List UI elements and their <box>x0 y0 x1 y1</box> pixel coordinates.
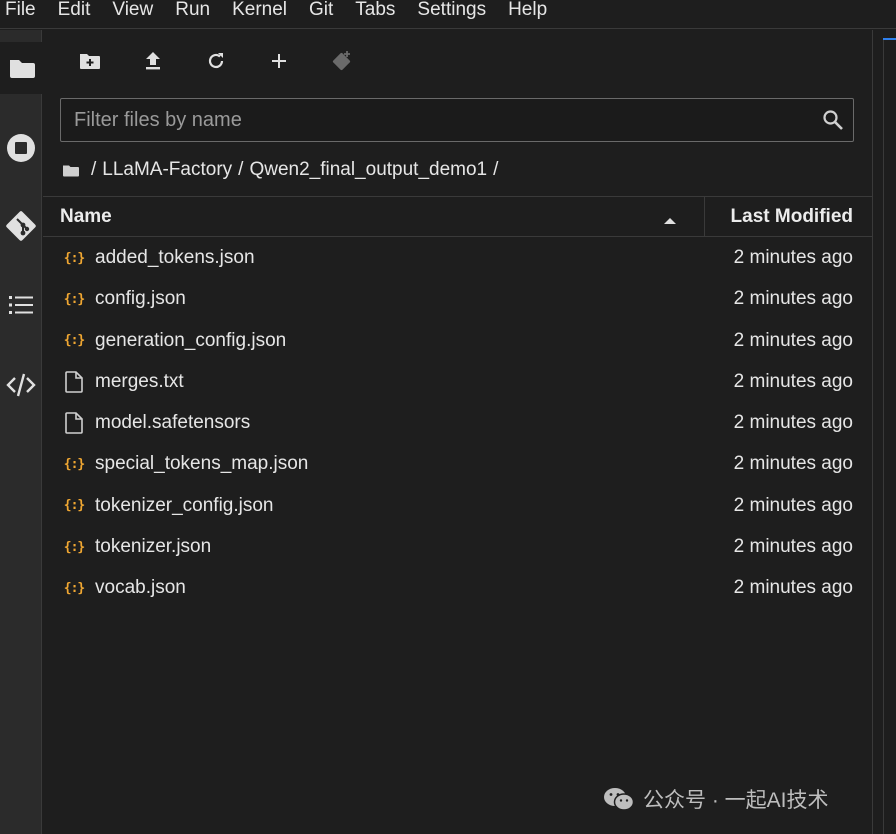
menu-kernel[interactable]: Kernel <box>221 0 298 24</box>
list-icon <box>8 294 34 316</box>
file-list: {:} added_tokens.json 2 minutes ago {:} conf… <box>43 237 872 609</box>
file-icon <box>63 371 85 393</box>
json-file-icon: {:} <box>63 250 86 266</box>
json-file-icon: {:} <box>63 498 86 514</box>
file-row[interactable]: {:} added_tokens.json 2 minutes ago <box>43 237 872 278</box>
file-row[interactable]: {:} tokenizer.json 2 minutes ago <box>43 526 872 567</box>
watermark: 公众号 · 一起AI技术 <box>603 782 829 816</box>
file-last-modified: 2 minutes ago <box>733 536 853 558</box>
file-last-modified: 2 minutes ago <box>733 288 853 310</box>
add-icon <box>270 52 288 75</box>
sort-ascending-icon <box>663 212 677 230</box>
file-row[interactable]: {:} vocab.json 2 minutes ago <box>43 567 872 608</box>
menu-git[interactable]: Git <box>298 0 344 24</box>
menu-bar: File Edit View Run Kernel Git Tabs Setti… <box>0 0 896 29</box>
stop-circle-icon <box>6 133 36 163</box>
file-browser-panel: / LLaMA-Factory / Qwen2_final_output_dem… <box>43 30 872 834</box>
running-kernels-tab[interactable] <box>0 122 42 174</box>
menu-file[interactable]: File <box>0 0 47 24</box>
json-file-icon: {:} <box>63 456 86 472</box>
file-list-header: Name Last Modified <box>43 196 872 237</box>
git-icon <box>5 210 37 242</box>
file-name: tokenizer_config.json <box>95 494 274 516</box>
file-name: generation_config.json <box>95 329 287 351</box>
json-file-icon: {:} <box>63 580 86 596</box>
refresh-icon <box>206 51 226 76</box>
json-file-icon: {:} <box>63 333 86 349</box>
file-last-modified: 2 minutes ago <box>733 453 853 475</box>
file-browser-toolbar <box>43 30 872 94</box>
menu-edit[interactable]: Edit <box>47 0 102 24</box>
menu-tabs[interactable]: Tabs <box>344 0 406 24</box>
extensions-tab[interactable] <box>0 359 42 411</box>
new-folder-button[interactable] <box>75 48 105 78</box>
breadcrumb-item-llama-factory[interactable]: LLaMA-Factory <box>102 159 232 181</box>
menu-run[interactable]: Run <box>164 0 221 24</box>
file-name: merges.txt <box>95 370 184 392</box>
file-name: added_tokens.json <box>95 247 255 268</box>
file-icon <box>63 412 85 434</box>
git-clone-button[interactable] <box>327 48 357 78</box>
file-last-modified: 2 minutes ago <box>733 370 853 392</box>
new-folder-icon <box>79 52 101 75</box>
file-name: config.json <box>95 288 186 310</box>
file-last-modified: 2 minutes ago <box>733 329 853 351</box>
new-launcher-button[interactable] <box>264 48 294 78</box>
code-icon <box>6 372 36 398</box>
menu-settings[interactable]: Settings <box>406 0 497 24</box>
upload-icon <box>144 51 162 76</box>
file-name: tokenizer.json <box>95 536 212 558</box>
breadcrumb-item-current-folder[interactable]: Qwen2_final_output_demo1 <box>249 159 487 181</box>
breadcrumb-separator: / <box>238 159 244 180</box>
git-tab[interactable] <box>0 200 42 252</box>
json-file-icon: {:} <box>63 291 86 307</box>
menu-view[interactable]: View <box>101 0 164 24</box>
activity-bar <box>0 30 43 834</box>
menu-help[interactable]: Help <box>497 0 558 24</box>
breadcrumb: / LLaMA-Factory / Qwen2_final_output_dem… <box>63 157 504 183</box>
file-row[interactable]: merges.txt 2 minutes ago <box>43 361 872 402</box>
file-name: model.safetensors <box>95 412 251 434</box>
divider <box>883 38 884 834</box>
column-divider[interactable] <box>704 197 705 237</box>
table-of-contents-tab[interactable] <box>0 279 42 331</box>
file-last-modified: 2 minutes ago <box>733 412 853 434</box>
filter-input[interactable] <box>61 99 801 141</box>
file-last-modified: 2 minutes ago <box>733 494 853 516</box>
file-name: special_tokens_map.json <box>95 453 309 475</box>
folder-icon <box>8 56 36 80</box>
search-icon <box>822 109 844 136</box>
file-row[interactable]: {:} generation_config.json 2 minutes ago <box>43 320 872 361</box>
filter-box <box>60 98 854 142</box>
git-clone-icon <box>331 50 353 77</box>
file-browser-tab[interactable] <box>0 42 43 94</box>
file-row[interactable]: {:} special_tokens_map.json 2 minutes ago <box>43 443 872 484</box>
column-header-last-modified[interactable]: Last Modified <box>731 197 853 237</box>
file-row[interactable]: model.safetensors 2 minutes ago <box>43 402 872 443</box>
wechat-icon <box>603 786 635 812</box>
upload-button[interactable] <box>138 48 168 78</box>
file-last-modified: 2 minutes ago <box>733 577 853 599</box>
active-tab-indicator <box>883 38 896 40</box>
breadcrumb-separator: / <box>493 159 499 180</box>
file-row[interactable]: {:} tokenizer_config.json 2 minutes ago <box>43 485 872 526</box>
json-file-icon: {:} <box>63 539 86 555</box>
file-name: vocab.json <box>95 577 186 599</box>
main-area-edge <box>872 30 896 834</box>
file-row[interactable]: {:} config.json 2 minutes ago <box>43 278 872 319</box>
watermark-text: 公众号 · 一起AI技术 <box>643 789 829 812</box>
column-header-name[interactable]: Name <box>60 197 112 237</box>
refresh-button[interactable] <box>201 48 231 78</box>
breadcrumb-separator: / <box>91 159 97 180</box>
file-last-modified: 2 minutes ago <box>733 247 853 268</box>
breadcrumb-home-icon[interactable] <box>63 164 79 177</box>
